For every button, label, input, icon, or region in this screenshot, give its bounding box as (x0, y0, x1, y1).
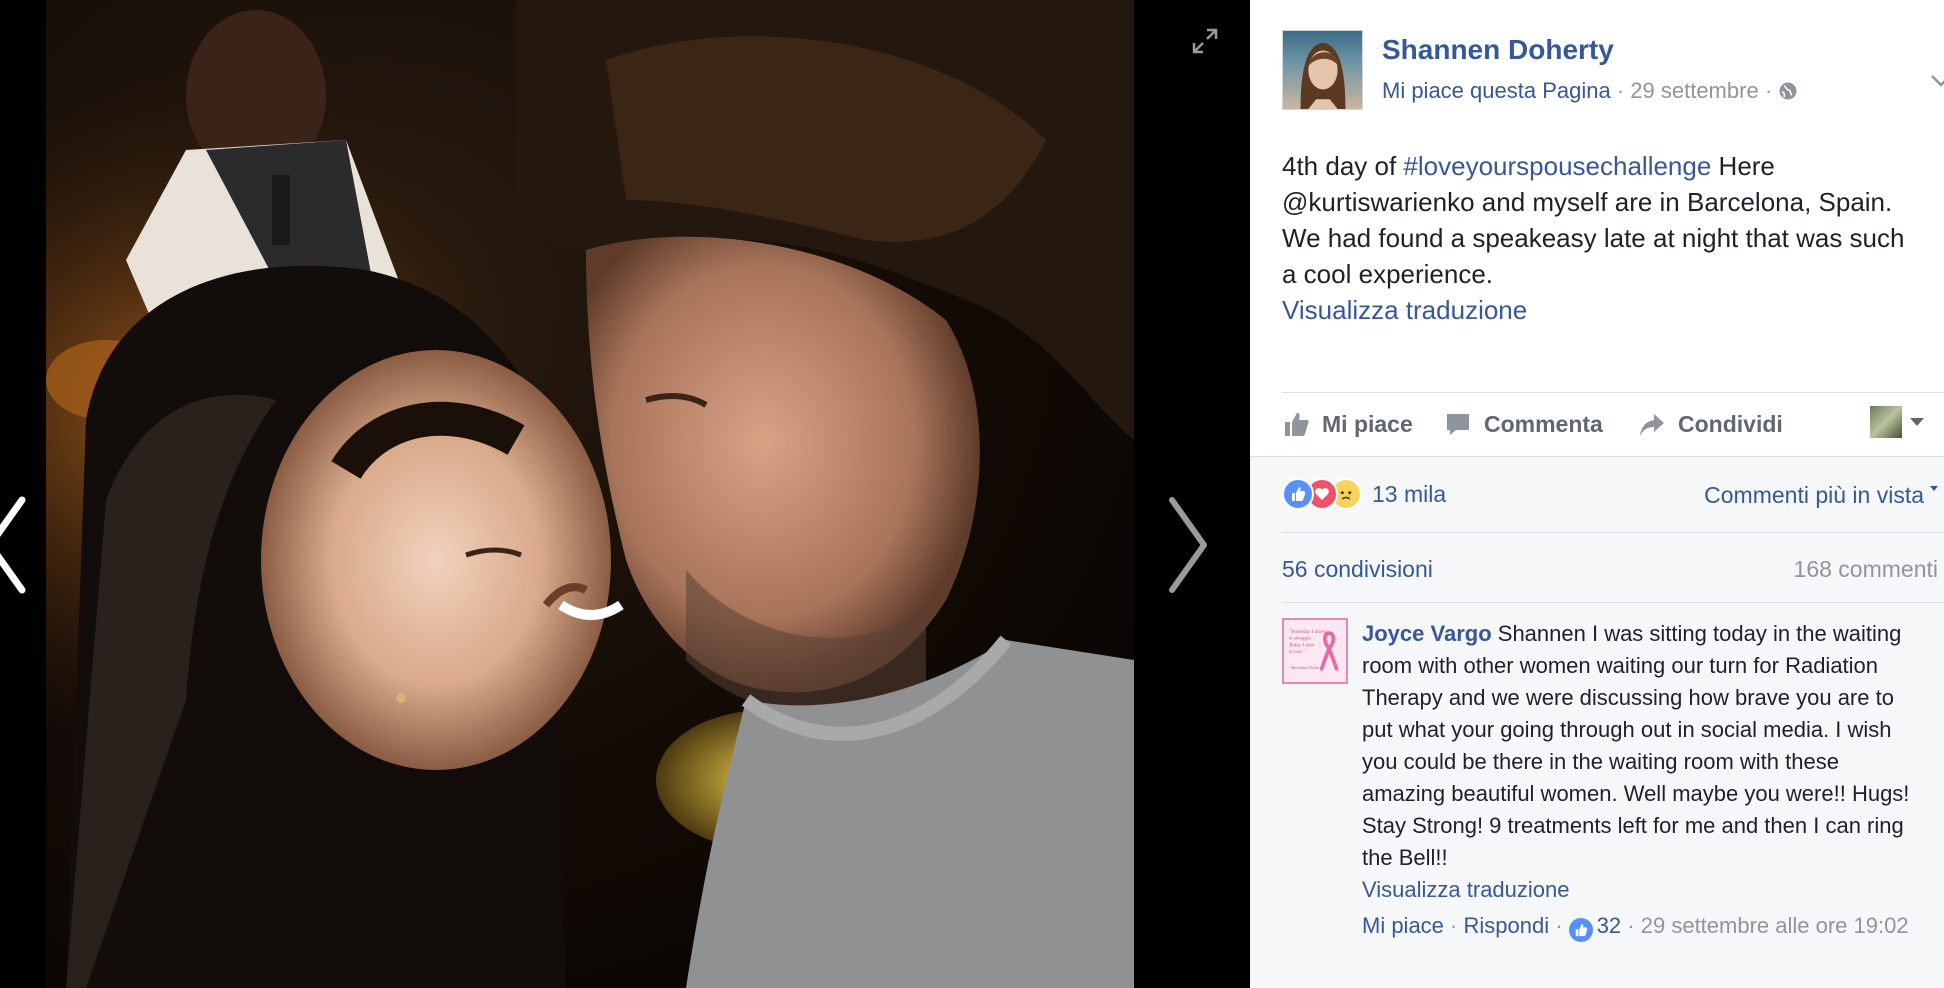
meta-separator: · (1555, 913, 1569, 938)
comments-section: 13 mila Commenti più in vista 56 condivi… (1250, 456, 1944, 988)
thumbs-up-icon (1285, 413, 1309, 436)
comment-author[interactable]: Joyce Vargo (1362, 621, 1492, 646)
meta-separator: · (1616, 78, 1631, 103)
post-header: Shannen Doherty Mi piace questa Pagina ·… (1282, 30, 1944, 112)
comment-label: Commenta (1484, 410, 1603, 437)
share-button[interactable]: Condividi (1638, 402, 1783, 446)
pink-ribbon-image: "Yesterday I dared to struggle. Today I … (1289, 629, 1339, 671)
photo-viewer (0, 0, 1250, 988)
post-meta: Mi piace questa Pagina · 29 settembre · (1382, 78, 1798, 104)
photo-illustration (46, 0, 1134, 988)
comment-text: Shannen I was sitting today in the waiti… (1362, 621, 1910, 870)
post-photo[interactable] (46, 0, 1134, 988)
comment-like-count[interactable]: 32 (1597, 913, 1621, 938)
chevron-down-icon[interactable] (1930, 74, 1944, 88)
meta-separator: · (1627, 913, 1641, 938)
comment-button[interactable]: Commenta (1444, 402, 1603, 446)
meta-separator: · (1764, 78, 1779, 103)
divider (1250, 456, 1944, 457)
post-stats: 56 condivisioni 168 commenti (1282, 556, 1944, 592)
post-text-start: 4th day of (1282, 151, 1404, 181)
post-text: 4th day of #loveyourspousechallenge Here… (1282, 148, 1922, 328)
comment-reply-link[interactable]: Rispondi (1464, 913, 1550, 938)
comment-timestamp[interactable]: 29 settembre alle ore 19:02 (1641, 913, 1909, 938)
comment-like-link[interactable]: Mi piace (1362, 913, 1444, 938)
svg-text:to struggle.: to struggle. (1289, 636, 1313, 642)
chevron-left-icon (0, 496, 26, 594)
globe-icon (1779, 82, 1797, 100)
like-label: Mi piace (1322, 410, 1413, 437)
viewer-avatar (1870, 406, 1902, 438)
expand-button[interactable] (1192, 28, 1218, 54)
like-button[interactable]: Mi piace (1282, 402, 1413, 446)
like-page-link[interactable]: Mi piace questa Pagina (1382, 78, 1611, 103)
divider (1282, 532, 1944, 533)
meta-separator: · (1450, 913, 1464, 938)
next-photo-button[interactable] (1152, 490, 1222, 600)
divider (1282, 602, 1944, 603)
reactions-summary[interactable]: 13 mila (1282, 476, 1446, 512)
share-label: Condividi (1678, 410, 1783, 437)
thumbs-up-icon (1568, 918, 1593, 942)
comment-meta: Mi piace · Rispondi · 32 · 29 settembre … (1362, 910, 1924, 942)
comment-body: Joyce Vargo Shannen I was sitting today … (1362, 618, 1924, 942)
shares-count[interactable]: 56 condivisioni (1282, 556, 1433, 583)
svg-text:to win.": to win." (1289, 649, 1306, 655)
see-translation-link[interactable]: Visualizza traduzione (1282, 292, 1922, 328)
comment-see-translation-link[interactable]: Visualizza traduzione (1362, 874, 1924, 906)
comment-icon (1447, 414, 1469, 435)
comment-avatar[interactable]: "Yesterday I dared to struggle. Today I … (1282, 618, 1348, 684)
caret-down-icon (1930, 486, 1938, 491)
chevron-right-icon (1169, 497, 1207, 593)
svg-text:~ Bernadette Devlin: ~ Bernadette Devlin (1289, 666, 1319, 670)
sort-label: Commenti più in vista (1704, 482, 1924, 508)
page-avatar[interactable] (1282, 30, 1363, 110)
avatar-portrait (1300, 42, 1346, 109)
expand-icon (1192, 28, 1218, 54)
like-reaction-icon (1282, 478, 1314, 510)
comment-sort-dropdown[interactable]: Commenti più in vista (1704, 482, 1938, 509)
share-icon (1640, 414, 1664, 436)
post-as-selector[interactable] (1870, 406, 1924, 438)
post-side-panel: Shannen Doherty Mi piace questa Pagina ·… (1250, 0, 1944, 988)
previous-photo-button[interactable] (0, 490, 42, 600)
reaction-count: 13 mila (1372, 480, 1447, 507)
divider (1282, 392, 1944, 393)
page-name[interactable]: Shannen Doherty (1382, 34, 1614, 66)
caret-down-icon (1910, 418, 1924, 426)
hashtag-link[interactable]: #loveyourspousechallenge (1403, 151, 1711, 181)
comments-count[interactable]: 168 commenti (1794, 556, 1938, 583)
post-actions: Mi piace Commenta Condividi (1282, 402, 1932, 446)
avatar-quote: "Yesterday I dared (1289, 629, 1327, 635)
post-date[interactable]: 29 settembre (1630, 78, 1758, 103)
svg-text:Today I dare: Today I dare (1289, 642, 1316, 648)
